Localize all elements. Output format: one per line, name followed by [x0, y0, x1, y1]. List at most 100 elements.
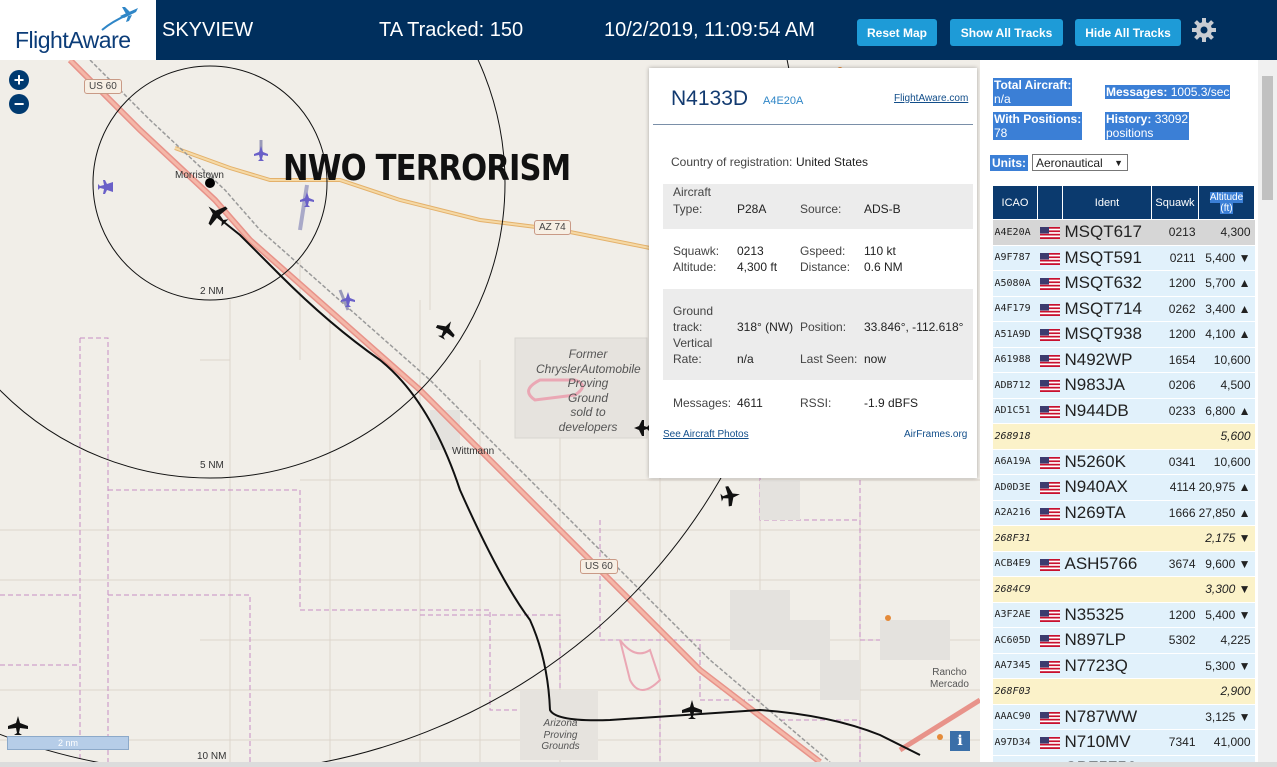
- row-squawk: 4114: [1151, 474, 1199, 501]
- us60-shield-mid: US 60: [580, 559, 618, 574]
- table-row[interactable]: ADB712 N983JA 0206 4,500: [992, 372, 1255, 399]
- us-flag-icon: [1039, 609, 1060, 622]
- row-icao: AAAC90: [992, 704, 1038, 730]
- row-squawk: 7341: [1151, 729, 1199, 756]
- row-flag: [1037, 500, 1063, 526]
- row-icao: 2684C9: [992, 576, 1038, 603]
- table-row[interactable]: A6A19A N5260K 0341 10,600: [992, 449, 1255, 475]
- source-value: ADS-B: [864, 202, 901, 216]
- row-squawk: [1151, 678, 1199, 705]
- place-morristown: Morristown: [175, 170, 224, 181]
- row-ident: MSQT617: [1062, 219, 1152, 246]
- table-row[interactable]: AD0D3E N940AX 4114 20,975 ▲: [992, 474, 1255, 501]
- row-flag: [1037, 423, 1063, 450]
- aircraft-photos-link[interactable]: See Aircraft Photos: [663, 429, 749, 440]
- table-row[interactable]: AAAC90 N787WW 3,125 ▼: [992, 704, 1255, 730]
- table-row[interactable]: A2A216 N269TA 1666 27,850 ▲: [992, 500, 1255, 526]
- row-ident: N5260K: [1062, 449, 1152, 475]
- reset-map-button[interactable]: Reset Map: [857, 19, 937, 46]
- aircraft-type-value: P28A: [737, 202, 767, 216]
- row-flag: [1037, 525, 1063, 552]
- col-icao[interactable]: ICAO: [992, 185, 1038, 220]
- table-row[interactable]: AC605D N897LP 5302 4,225: [992, 627, 1255, 654]
- us-flag-icon: [1039, 252, 1060, 265]
- table-row[interactable]: A4E20A MSQT617 0213 4,300: [992, 219, 1255, 246]
- row-ident: ASH5766: [1062, 551, 1152, 577]
- zoom-in-button[interactable]: +: [9, 70, 29, 90]
- row-icao: A4F179: [992, 296, 1038, 322]
- units-label: Units:: [990, 155, 1028, 171]
- altitude-label: Altitude:: [673, 260, 717, 274]
- row-icao: ACB4E9: [992, 551, 1038, 577]
- row-altitude: 20,975 ▲: [1198, 474, 1255, 501]
- airframes-link[interactable]: AirFrames.org: [904, 429, 967, 440]
- row-ident: [1062, 423, 1152, 450]
- row-ident: N492WP: [1062, 347, 1152, 373]
- row-altitude: 2,900: [1198, 678, 1255, 705]
- aircraft-type-label: Aircraft: [673, 185, 712, 199]
- row-ident: N944DB: [1062, 398, 1152, 424]
- row-squawk: [1151, 525, 1199, 552]
- row-flag: [1037, 474, 1063, 501]
- horizontal-scrollbar[interactable]: [0, 762, 1277, 767]
- row-squawk: 0233: [1151, 398, 1199, 424]
- row-flag: [1037, 321, 1063, 348]
- table-row[interactable]: A97D34 N710MV 7341 41,000: [992, 729, 1255, 756]
- table-row[interactable]: A4F179 MSQT714 0262 3,400 ▲: [992, 296, 1255, 322]
- rssi-label: RSSI:: [800, 396, 832, 410]
- table-row[interactable]: A9F787 MSQT591 0211 5,400 ▼: [992, 245, 1255, 271]
- row-ident: N35325: [1062, 602, 1152, 628]
- vertical-rate-label-2: Rate:: [673, 352, 702, 366]
- row-altitude: 6,800 ▲: [1198, 398, 1255, 424]
- az74-shield: AZ 74: [534, 220, 571, 235]
- row-icao: AC605D: [992, 627, 1038, 654]
- us60-shield: US 60: [84, 79, 122, 94]
- info-icon[interactable]: i: [950, 731, 970, 751]
- table-row[interactable]: ACB4E9 ASH5766 3674 9,600 ▼: [992, 551, 1255, 577]
- table-row[interactable]: A837F6 CPZ5756167725,125 ▲: [992, 755, 1255, 762]
- table-row[interactable]: 2684C9 3,300 ▼: [992, 576, 1255, 603]
- squawk-value: 0213: [737, 244, 764, 258]
- table-row[interactable]: A5080A MSQT632 1200 5,700 ▲: [992, 270, 1255, 297]
- history-stat: History: 33092 positions: [1105, 112, 1190, 140]
- row-squawk: 1200: [1151, 270, 1199, 297]
- table-row[interactable]: 268F03 2,900: [992, 678, 1255, 705]
- col-squawk[interactable]: Squawk: [1151, 185, 1199, 220]
- vertical-scrollbar[interactable]: [1258, 60, 1277, 762]
- show-all-tracks-button[interactable]: Show All Tracks: [950, 19, 1063, 46]
- row-icao: 268F03: [992, 678, 1038, 705]
- row-icao: AA7345: [992, 653, 1038, 679]
- gear-icon[interactable]: [1190, 16, 1218, 44]
- total-aircraft-stat: Total Aircraft: n/a: [993, 78, 1073, 106]
- position-label: Position:: [800, 320, 847, 334]
- col-flag[interactable]: [1037, 185, 1063, 220]
- units-select[interactable]: Aeronautical: [1032, 154, 1128, 171]
- source-label: Source:: [800, 202, 842, 216]
- row-ident: MSQT591: [1062, 245, 1152, 271]
- row-flag: [1037, 270, 1063, 297]
- row-icao: A51A9D: [992, 321, 1038, 348]
- range-2nm: 2 NM: [200, 286, 224, 297]
- table-row[interactable]: A3F2AE N35325 1200 5,400 ▼: [992, 602, 1255, 628]
- ground-track-label-2: track:: [673, 320, 703, 334]
- messages-stat: Messages: 1005.3/sec: [1105, 85, 1231, 99]
- row-squawk: 1200: [1151, 321, 1199, 348]
- ground-track-value: 318° (NW): [737, 320, 794, 334]
- table-row[interactable]: AA7345 N7723Q 5,300 ▼: [992, 653, 1255, 679]
- table-row[interactable]: A61988 N492WP 1654 10,600: [992, 347, 1255, 373]
- zoom-out-button[interactable]: −: [9, 94, 29, 114]
- flightaware-logo[interactable]: FlightAware: [0, 0, 156, 60]
- table-row[interactable]: A51A9D MSQT938 1200 4,100 ▲: [992, 321, 1255, 348]
- table-row[interactable]: AD1C51 N944DB 0233 6,800 ▲: [992, 398, 1255, 424]
- row-squawk: 1666: [1151, 500, 1199, 526]
- row-squawk: 0341: [1151, 449, 1199, 475]
- hide-all-tracks-button[interactable]: Hide All Tracks: [1075, 19, 1181, 46]
- col-altitude[interactable]: Altitude (ft): [1198, 185, 1255, 220]
- table-row[interactable]: 268F31 2,175 ▼: [992, 525, 1255, 552]
- table-row[interactable]: 268918 5,600: [992, 423, 1255, 450]
- col-ident[interactable]: Ident: [1062, 185, 1152, 220]
- row-altitude: 2,175 ▼: [1198, 525, 1255, 552]
- scroll-thumb[interactable]: [1262, 76, 1273, 200]
- vertical-rate-value: n/a: [737, 352, 754, 366]
- flightaware-link[interactable]: FlightAware.com: [894, 93, 968, 104]
